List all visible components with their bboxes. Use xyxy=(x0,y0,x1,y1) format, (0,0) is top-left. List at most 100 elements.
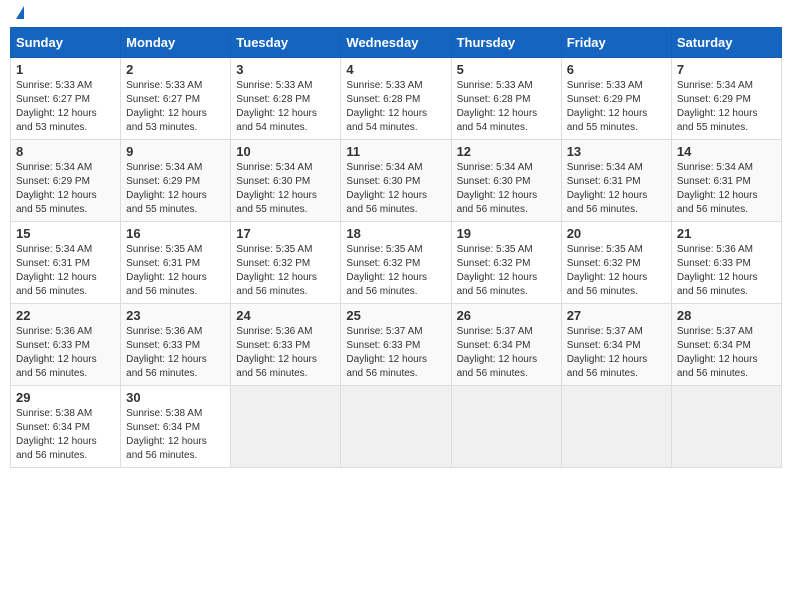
weekday-header-sunday: Sunday xyxy=(11,28,121,58)
calendar-day-cell: 19 Sunrise: 5:35 AMSunset: 6:32 PMDayligh… xyxy=(451,222,561,304)
day-info: Sunrise: 5:37 AMSunset: 6:34 PMDaylight:… xyxy=(457,325,556,381)
calendar-day-cell: 29 Sunrise: 5:38 AMSunset: 6:34 PMDayligh… xyxy=(11,386,121,468)
calendar-day-cell: 16Sunrise: 5:35 AMSunset: 6:31 PMDayligh… xyxy=(121,222,231,304)
day-info: Sunrise: 5:34 AMSunset: 6:30 PMDaylight:… xyxy=(346,161,445,217)
day-number: 2 xyxy=(126,62,225,77)
calendar-day-cell: 24 Sunrise: 5:36 AMSunset: 6:33 PMDayligh… xyxy=(231,304,341,386)
day-info: Sunrise: 5:34 AMSunset: 6:30 PMDaylight:… xyxy=(457,161,556,217)
day-number: 30 xyxy=(126,390,225,405)
weekday-header-monday: Monday xyxy=(121,28,231,58)
day-info: Sunrise: 5:33 AMSunset: 6:28 PMDaylight:… xyxy=(457,79,556,135)
calendar-day-cell: 18Sunrise: 5:35 AMSunset: 6:32 PMDayligh… xyxy=(341,222,451,304)
day-info: Sunrise: 5:34 AMSunset: 6:30 PMDaylight:… xyxy=(236,161,335,217)
calendar-day-cell: 10 Sunrise: 5:34 AMSunset: 6:30 PMDayligh… xyxy=(231,140,341,222)
day-info: Sunrise: 5:33 AMSunset: 6:28 PMDaylight:… xyxy=(346,79,445,135)
calendar-day-cell: 13 Sunrise: 5:34 AMSunset: 6:31 PMDayligh… xyxy=(561,140,671,222)
day-number: 24 xyxy=(236,308,335,323)
calendar-day-cell: 6 Sunrise: 5:33 AMSunset: 6:29 PMDaylight… xyxy=(561,58,671,140)
calendar-day-cell: 14 Sunrise: 5:34 AMSunset: 6:31 PMDayligh… xyxy=(671,140,781,222)
calendar-day-cell: 1 Sunrise: 5:33 AMSunset: 6:27 PMDaylight… xyxy=(11,58,121,140)
day-info: Sunrise: 5:36 AMSunset: 6:33 PMDaylight:… xyxy=(236,325,335,381)
day-info: Sunrise: 5:35 AMSunset: 6:32 PMDaylight:… xyxy=(346,243,445,299)
calendar-day-cell: 20Sunrise: 5:35 AMSunset: 6:32 PMDayligh… xyxy=(561,222,671,304)
day-number: 21 xyxy=(677,226,776,241)
day-info: Sunrise: 5:33 AMSunset: 6:29 PMDaylight:… xyxy=(567,79,666,135)
day-info: Sunrise: 5:33 AMSunset: 6:27 PMDaylight:… xyxy=(16,79,115,135)
weekday-header-friday: Friday xyxy=(561,28,671,58)
day-number: 10 xyxy=(236,144,335,159)
calendar-day-cell xyxy=(561,386,671,468)
day-number: 22 xyxy=(16,308,115,323)
calendar-day-cell: 5 Sunrise: 5:33 AMSunset: 6:28 PMDaylight… xyxy=(451,58,561,140)
day-info: Sunrise: 5:34 AMSunset: 6:29 PMDaylight:… xyxy=(677,79,776,135)
day-info: Sunrise: 5:34 AMSunset: 6:31 PMDaylight:… xyxy=(16,243,115,299)
day-info: Sunrise: 5:33 AMSunset: 6:28 PMDaylight:… xyxy=(236,79,335,135)
logo-triangle-icon xyxy=(16,6,24,19)
day-info: Sunrise: 5:33 AMSunset: 6:27 PMDaylight:… xyxy=(126,79,225,135)
day-number: 17 xyxy=(236,226,335,241)
day-info: Sunrise: 5:37 AMSunset: 6:34 PMDaylight:… xyxy=(567,325,666,381)
calendar-day-cell: 7 Sunrise: 5:34 AMSunset: 6:29 PMDaylight… xyxy=(671,58,781,140)
weekday-header-tuesday: Tuesday xyxy=(231,28,341,58)
day-number: 29 xyxy=(16,390,115,405)
day-info: Sunrise: 5:34 AMSunset: 6:31 PMDaylight:… xyxy=(567,161,666,217)
weekday-header-saturday: Saturday xyxy=(671,28,781,58)
day-number: 20 xyxy=(567,226,666,241)
calendar-day-cell: 11 Sunrise: 5:34 AMSunset: 6:30 PMDayligh… xyxy=(341,140,451,222)
day-number: 3 xyxy=(236,62,335,77)
day-info: Sunrise: 5:35 AMSunset: 6:32 PMDaylight:… xyxy=(236,243,335,299)
day-number: 27 xyxy=(567,308,666,323)
weekday-header-thursday: Thursday xyxy=(451,28,561,58)
calendar-day-cell: 4 Sunrise: 5:33 AMSunset: 6:28 PMDaylight… xyxy=(341,58,451,140)
day-number: 5 xyxy=(457,62,556,77)
calendar-day-cell: 22 Sunrise: 5:36 AMSunset: 6:33 PMDayligh… xyxy=(11,304,121,386)
day-number: 26 xyxy=(457,308,556,323)
day-info: Sunrise: 5:34 AMSunset: 6:31 PMDaylight:… xyxy=(677,161,776,217)
calendar-day-cell: 25 Sunrise: 5:37 AMSunset: 6:33 PMDayligh… xyxy=(341,304,451,386)
calendar-week-row: 8 Sunrise: 5:34 AMSunset: 6:29 PMDaylight… xyxy=(11,140,782,222)
day-number: 8 xyxy=(16,144,115,159)
day-info: Sunrise: 5:35 AMSunset: 6:32 PMDaylight:… xyxy=(457,243,556,299)
day-number: 14 xyxy=(677,144,776,159)
calendar-day-cell xyxy=(671,386,781,468)
day-number: 1 xyxy=(16,62,115,77)
day-info: Sunrise: 5:38 AMSunset: 6:34 PMDaylight:… xyxy=(16,407,115,463)
day-number: 4 xyxy=(346,62,445,77)
calendar-week-row: 29 Sunrise: 5:38 AMSunset: 6:34 PMDayligh… xyxy=(11,386,782,468)
day-number: 25 xyxy=(346,308,445,323)
calendar-day-cell: 3 Sunrise: 5:33 AMSunset: 6:28 PMDaylight… xyxy=(231,58,341,140)
day-info: Sunrise: 5:34 AMSunset: 6:29 PMDaylight:… xyxy=(126,161,225,217)
calendar-week-row: 22 Sunrise: 5:36 AMSunset: 6:33 PMDayligh… xyxy=(11,304,782,386)
day-number: 11 xyxy=(346,144,445,159)
day-number: 19 xyxy=(457,226,556,241)
calendar-body: 1 Sunrise: 5:33 AMSunset: 6:27 PMDaylight… xyxy=(11,58,782,468)
calendar-day-cell xyxy=(231,386,341,468)
day-info: Sunrise: 5:37 AMSunset: 6:34 PMDaylight:… xyxy=(677,325,776,381)
calendar-day-cell: 12 Sunrise: 5:34 AMSunset: 6:30 PMDayligh… xyxy=(451,140,561,222)
calendar-day-cell: 9 Sunrise: 5:34 AMSunset: 6:29 PMDaylight… xyxy=(121,140,231,222)
calendar-day-cell xyxy=(341,386,451,468)
calendar-week-row: 1 Sunrise: 5:33 AMSunset: 6:27 PMDaylight… xyxy=(11,58,782,140)
calendar-day-cell xyxy=(451,386,561,468)
calendar-day-cell: 21Sunrise: 5:36 AMSunset: 6:33 PMDayligh… xyxy=(671,222,781,304)
calendar-day-cell: 30 Sunrise: 5:38 AMSunset: 6:34 PMDayligh… xyxy=(121,386,231,468)
calendar-week-row: 15Sunrise: 5:34 AMSunset: 6:31 PMDayligh… xyxy=(11,222,782,304)
day-number: 16 xyxy=(126,226,225,241)
day-number: 6 xyxy=(567,62,666,77)
day-info: Sunrise: 5:38 AMSunset: 6:34 PMDaylight:… xyxy=(126,407,225,463)
day-number: 9 xyxy=(126,144,225,159)
weekday-header-wednesday: Wednesday xyxy=(341,28,451,58)
calendar-day-cell: 28 Sunrise: 5:37 AMSunset: 6:34 PMDayligh… xyxy=(671,304,781,386)
day-number: 7 xyxy=(677,62,776,77)
day-number: 28 xyxy=(677,308,776,323)
day-info: Sunrise: 5:36 AMSunset: 6:33 PMDaylight:… xyxy=(16,325,115,381)
day-number: 12 xyxy=(457,144,556,159)
day-info: Sunrise: 5:36 AMSunset: 6:33 PMDaylight:… xyxy=(126,325,225,381)
day-info: Sunrise: 5:37 AMSunset: 6:33 PMDaylight:… xyxy=(346,325,445,381)
calendar-day-cell: 17 Sunrise: 5:35 AMSunset: 6:32 PMDayligh… xyxy=(231,222,341,304)
calendar-day-cell: 27 Sunrise: 5:37 AMSunset: 6:34 PMDayligh… xyxy=(561,304,671,386)
logo xyxy=(14,10,24,19)
page-header xyxy=(10,10,782,19)
calendar-day-cell: 8Sunrise: 5:34 AMSunset: 6:29 PMDaylight… xyxy=(11,140,121,222)
day-number: 13 xyxy=(567,144,666,159)
